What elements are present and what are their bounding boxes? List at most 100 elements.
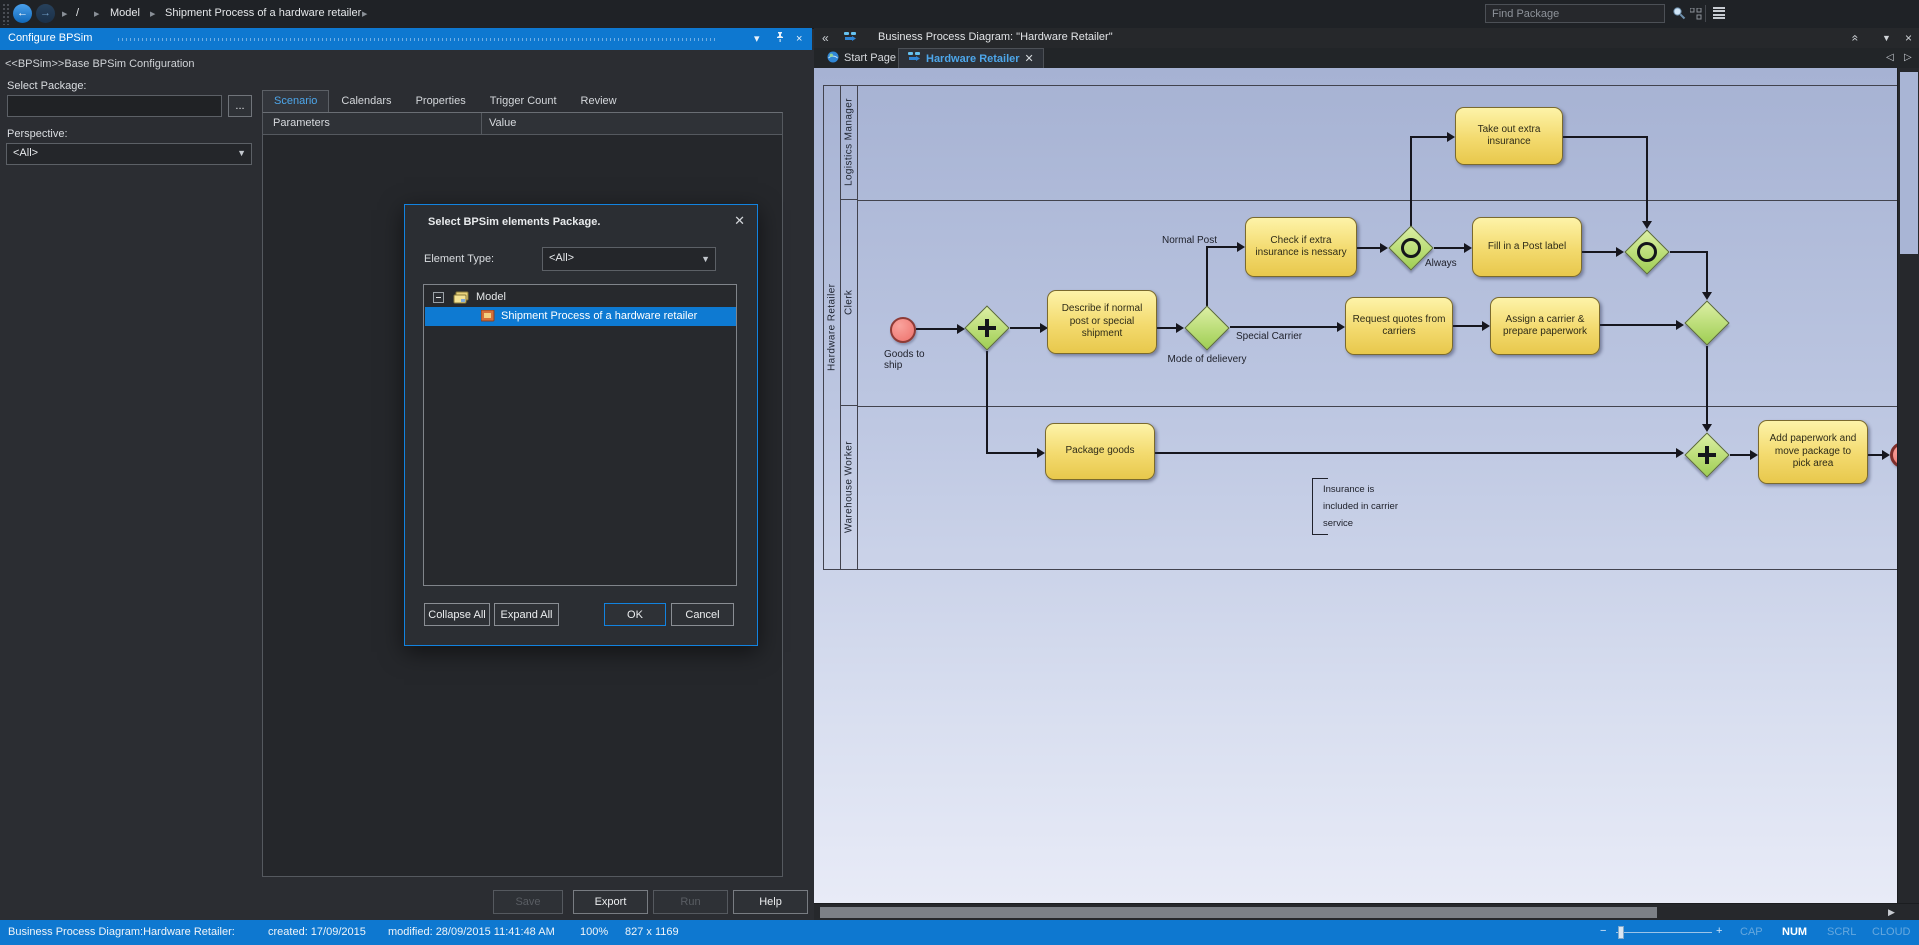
panel-title: Configure BPSim bbox=[8, 32, 92, 44]
sequence-flow bbox=[1434, 247, 1464, 249]
scroll-tabs-right-icon[interactable]: ▷ bbox=[1904, 52, 1912, 63]
start-event[interactable] bbox=[890, 317, 916, 343]
tab-trigger-count[interactable]: Trigger Count bbox=[478, 90, 569, 112]
zoom-out-button[interactable]: − bbox=[1600, 925, 1606, 937]
collapse-box-icon[interactable] bbox=[433, 292, 444, 303]
run-button[interactable]: Run bbox=[653, 890, 728, 914]
tab-scenario[interactable]: Scenario bbox=[262, 90, 329, 112]
sequence-flow bbox=[1453, 325, 1482, 327]
text-annotation[interactable]: Insurance is included in carrier service bbox=[1312, 478, 1403, 535]
tree-item-model[interactable]: Model bbox=[425, 288, 736, 307]
tab-hardware-retailer[interactable]: Hardware Retailer ✕ bbox=[898, 48, 1044, 68]
tab-start-page[interactable]: Start Page bbox=[818, 48, 905, 68]
arrowhead bbox=[1750, 450, 1758, 460]
horizontal-scrollbar-thumb[interactable] bbox=[820, 907, 1657, 918]
export-button[interactable]: Export bbox=[573, 890, 648, 914]
vertical-scrollbar-thumb[interactable] bbox=[1900, 72, 1918, 254]
close-icon[interactable]: × bbox=[1905, 31, 1912, 45]
task-fill-post-label[interactable]: Fill in a Post label bbox=[1472, 217, 1582, 277]
task-assign-carrier[interactable]: Assign a carrier & prepare paperwork bbox=[1490, 297, 1600, 355]
table-header: Parameters Value bbox=[263, 113, 782, 135]
pool-label-band[interactable]: Hardware Retailer bbox=[824, 86, 841, 569]
breadcrumb-arrow-icon: ▶ bbox=[150, 10, 155, 18]
lane-label: Warehouse Worker bbox=[841, 406, 857, 569]
toolbar-drag-handle[interactable] bbox=[2, 3, 9, 25]
zoom-slider-track[interactable] bbox=[1616, 932, 1712, 933]
vertical-scrollbar[interactable] bbox=[1897, 68, 1919, 903]
lane-divider bbox=[858, 406, 1897, 407]
collapse-panel-icon[interactable]: « bbox=[822, 31, 829, 45]
lane-label-clerk[interactable]: Clerk bbox=[841, 200, 858, 406]
sequence-flow bbox=[1230, 326, 1337, 328]
close-tab-icon[interactable]: ✕ bbox=[1025, 52, 1034, 65]
perspective-value: <All> bbox=[13, 147, 38, 159]
hamburger-menu-icon[interactable] bbox=[1713, 7, 1725, 20]
column-header-parameters[interactable]: Parameters bbox=[273, 117, 330, 129]
chevron-down-icon[interactable]: ▾ bbox=[754, 32, 760, 46]
zoom-slider-thumb[interactable] bbox=[1618, 926, 1624, 939]
ok-button[interactable]: OK bbox=[604, 603, 666, 626]
pin-icon[interactable] bbox=[775, 31, 785, 46]
layout-grid-icon[interactable] bbox=[1690, 7, 1702, 25]
status-modified: modified: 28/09/2015 11:41:48 AM bbox=[388, 926, 555, 938]
sequence-flow bbox=[1670, 251, 1708, 253]
tab-calendars[interactable]: Calendars bbox=[329, 90, 403, 112]
perspective-label: Perspective: bbox=[7, 128, 68, 140]
back-button[interactable]: ← bbox=[13, 4, 32, 23]
tab-review[interactable]: Review bbox=[569, 90, 629, 112]
arrowhead bbox=[1337, 322, 1345, 332]
horizontal-scrollbar[interactable]: ▶ bbox=[814, 903, 1919, 920]
expand-up-icon[interactable]: « bbox=[1848, 35, 1862, 42]
stereotype-label: <<BPSim>>Base BPSim Configuration bbox=[5, 58, 195, 70]
scroll-tabs-left-icon[interactable]: ◁ bbox=[1886, 52, 1894, 63]
breadcrumb-root[interactable]: / bbox=[76, 7, 79, 19]
arrowhead bbox=[1676, 448, 1684, 458]
lane-label-warehouse-worker[interactable]: Warehouse Worker bbox=[841, 406, 858, 569]
chevron-down-icon[interactable]: ▼ bbox=[1882, 33, 1891, 43]
forward-button[interactable]: → bbox=[36, 4, 55, 23]
task-add-paperwork[interactable]: Add paperwork and move package to pick a… bbox=[1758, 420, 1868, 484]
tree-item-shipment-process[interactable]: Shipment Process of a hardware retailer bbox=[425, 307, 736, 326]
breadcrumb-item-model[interactable]: Model bbox=[110, 7, 140, 19]
close-icon[interactable]: ✕ bbox=[734, 213, 745, 229]
breadcrumb-item-package[interactable]: Shipment Process of a hardware retailer bbox=[165, 7, 361, 19]
lane-label-logistics-manager[interactable]: Logistics Manager bbox=[841, 86, 858, 200]
close-icon[interactable]: × bbox=[796, 32, 802, 46]
diagram-canvas[interactable]: Hardware Retailer Logistics Manager Cler… bbox=[814, 68, 1897, 903]
tab-properties[interactable]: Properties bbox=[404, 90, 478, 112]
task-take-insurance[interactable]: Take out extra insurance bbox=[1455, 107, 1563, 165]
element-type-dropdown[interactable]: <All> ▼ bbox=[542, 247, 716, 271]
perspective-dropdown[interactable]: <All> ▼ bbox=[6, 143, 252, 165]
zoom-in-button[interactable]: + bbox=[1716, 925, 1722, 937]
top-toolbar: ← → ▶ / ▶ Model ▶ Shipment Process of a … bbox=[0, 0, 1919, 29]
select-bpsim-package-dialog: Select BPSim elements Package. ✕ Element… bbox=[404, 204, 758, 646]
collapse-all-button[interactable]: Collapse All bbox=[424, 603, 490, 626]
package-folder-icon bbox=[453, 291, 471, 308]
save-button[interactable]: Save bbox=[493, 890, 563, 914]
browse-package-button[interactable]: ... bbox=[228, 95, 252, 117]
scroll-right-icon[interactable]: ▶ bbox=[1888, 907, 1895, 918]
flow-label-normal-post: Normal Post bbox=[1162, 235, 1222, 246]
task-request-quotes[interactable]: Request quotes from carriers bbox=[1345, 297, 1453, 355]
expand-all-button[interactable]: Expand All bbox=[494, 603, 559, 626]
sequence-flow bbox=[986, 452, 1037, 454]
tab-label: Start Page bbox=[844, 52, 896, 64]
task-check-insurance[interactable]: Check if extra insurance is nessary bbox=[1245, 217, 1357, 277]
select-package-input[interactable] bbox=[7, 95, 222, 117]
package-tree[interactable]: Model Shipment Process of a hardware ret… bbox=[423, 284, 737, 586]
find-package-input[interactable] bbox=[1485, 4, 1665, 23]
sequence-flow bbox=[1706, 251, 1708, 292]
cancel-button[interactable]: Cancel bbox=[671, 603, 734, 626]
task-describe-shipment[interactable]: Describe if normal post or special shipm… bbox=[1047, 290, 1157, 354]
annotation-text: Insurance is included in carrier service bbox=[1323, 481, 1403, 532]
start-page-icon bbox=[827, 51, 839, 66]
sequence-flow bbox=[1582, 251, 1616, 253]
sequence-flow bbox=[1155, 452, 1676, 454]
column-divider[interactable] bbox=[481, 113, 482, 135]
sequence-flow bbox=[1730, 454, 1750, 456]
search-icon[interactable] bbox=[1672, 6, 1686, 25]
arrowhead bbox=[1702, 292, 1712, 300]
task-package-goods[interactable]: Package goods bbox=[1045, 423, 1155, 480]
column-header-value[interactable]: Value bbox=[489, 117, 516, 129]
help-button[interactable]: Help bbox=[733, 890, 808, 914]
